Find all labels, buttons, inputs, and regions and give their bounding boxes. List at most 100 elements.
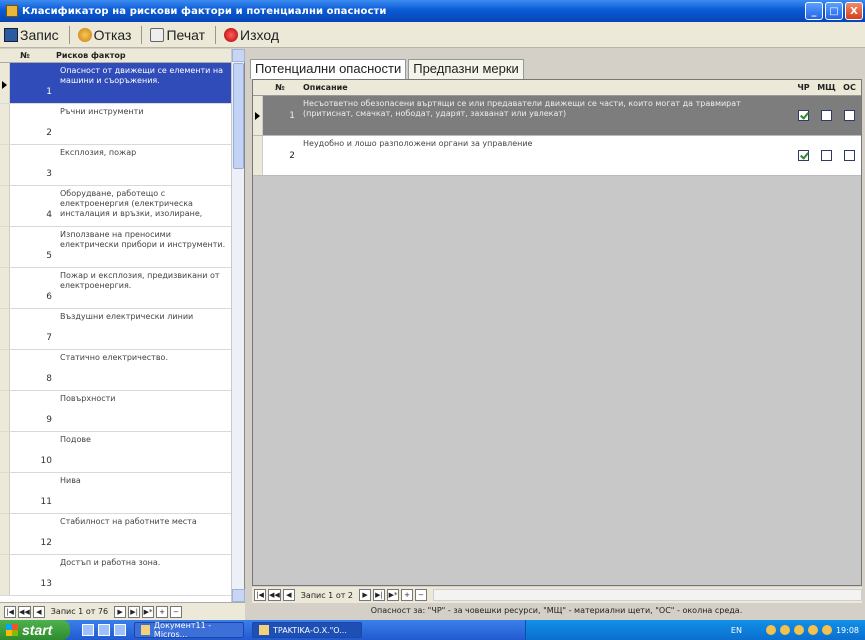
tray-icon[interactable] xyxy=(765,625,776,635)
os-checkbox[interactable] xyxy=(844,110,855,121)
maximize-button[interactable]: □ xyxy=(825,2,843,20)
msh-checkbox[interactable] xyxy=(821,150,832,161)
new-record-button[interactable]: ▶* xyxy=(387,589,400,601)
cancel-button[interactable]: Отказ xyxy=(77,26,132,43)
add-button[interactable]: + xyxy=(401,589,414,601)
row-number: 11 xyxy=(40,497,52,507)
list-item[interactable]: 1 Опасност от движещи се елементи на маши… xyxy=(0,63,232,104)
cancel-label: Отказ xyxy=(93,26,132,43)
new-record-button[interactable]: ▶* xyxy=(142,605,155,618)
horizontal-scrollbar[interactable] xyxy=(433,589,862,601)
list-item[interactable]: 3 Експлозия, пожар xyxy=(0,145,232,186)
close-button[interactable]: X xyxy=(845,2,863,20)
cancel-icon xyxy=(77,27,92,42)
table-row[interactable]: 1 Несъответно обезопасени въртящи се или … xyxy=(253,96,861,136)
row-selector[interactable] xyxy=(0,555,10,595)
row-selector[interactable] xyxy=(0,391,10,431)
prev-record-button[interactable]: ◀ xyxy=(32,605,45,618)
add-button[interactable]: + xyxy=(156,605,169,618)
start-label: start xyxy=(22,622,53,638)
list-item[interactable]: 10 Подове xyxy=(0,432,232,473)
exit-label: Изход xyxy=(240,26,280,43)
tray-icon[interactable] xyxy=(793,625,804,635)
list-item[interactable]: 13 Достъп и работна зона. xyxy=(0,555,232,596)
chr-checkbox[interactable] xyxy=(798,150,809,161)
quicklaunch-icon[interactable] xyxy=(98,624,110,636)
row-number: 6 xyxy=(46,292,52,302)
first-record-button[interactable]: |◀ xyxy=(254,589,266,601)
taskbar-task-active[interactable]: TPAKTIKA-O.X."O... xyxy=(252,622,362,638)
col-factor-header: Рисков фактор xyxy=(56,51,126,60)
row-selector[interactable] xyxy=(0,145,10,185)
scroll-up-button[interactable] xyxy=(232,49,245,62)
tab-potential-hazards[interactable]: Потенциални опасности xyxy=(250,59,407,79)
list-item[interactable]: 7 Въздушни електрически линии xyxy=(0,309,232,350)
row-text: Въздушни електрически линии xyxy=(60,312,194,321)
os-checkbox[interactable] xyxy=(844,150,855,161)
list-item[interactable]: 6 Пожар и експлозия, предизвикани от елек… xyxy=(0,268,232,309)
first-record-button[interactable]: |◀ xyxy=(4,605,16,618)
vertical-scrollbar[interactable] xyxy=(231,49,245,602)
row-selector[interactable] xyxy=(0,473,10,513)
current-row-arrow-icon xyxy=(2,81,7,89)
windows-logo-icon xyxy=(6,624,18,636)
row-number: 4 xyxy=(46,210,52,220)
last-record-button[interactable]: ▶| xyxy=(128,605,141,618)
language-indicator[interactable]: EN xyxy=(731,626,742,635)
quicklaunch-icon[interactable] xyxy=(82,624,94,636)
row-selector[interactable] xyxy=(0,309,10,349)
clock: 19:08 xyxy=(835,625,859,635)
taskbar: start Документ11 - Micros... TPAKTIKA-O.… xyxy=(0,620,865,640)
row-selector[interactable] xyxy=(0,104,10,144)
row-selector[interactable] xyxy=(0,514,10,554)
grid-rows: 1 Несъответно обезопасени въртящи се или … xyxy=(253,96,861,176)
list-item[interactable]: 4 Оборудване, работещо с електроенергия (… xyxy=(0,186,232,227)
tray-icon[interactable] xyxy=(779,625,790,635)
list-item[interactable]: 8 Статично електричество. xyxy=(0,350,232,391)
tray-icon[interactable] xyxy=(807,625,818,635)
msh-checkbox[interactable] xyxy=(821,110,832,121)
tab-protective-measures[interactable]: Предпазни мерки xyxy=(408,59,524,79)
document-icon xyxy=(141,625,150,635)
row-selector[interactable] xyxy=(0,186,10,226)
row-selector[interactable] xyxy=(0,350,10,390)
row-selector[interactable] xyxy=(0,227,10,267)
list-item[interactable]: 11 Нива xyxy=(0,473,232,514)
minimize-button[interactable]: _ xyxy=(805,2,823,20)
row-selector[interactable] xyxy=(0,268,10,308)
remove-button[interactable]: − xyxy=(170,605,183,618)
scroll-thumb[interactable] xyxy=(233,63,244,169)
row-selector[interactable] xyxy=(0,63,10,103)
print-button[interactable]: Печат xyxy=(150,27,205,43)
list-item[interactable]: 5 Използване на преносими електрически пр… xyxy=(0,227,232,268)
row-text: Използване на преносими електрически при… xyxy=(60,230,226,249)
toolbar-separator xyxy=(215,25,217,44)
row-selector[interactable] xyxy=(253,136,263,175)
row-number: 8 xyxy=(46,374,52,384)
list-item[interactable]: 9 Повърхности xyxy=(0,391,232,432)
next-record-button[interactable]: ▶ xyxy=(359,589,372,601)
quicklaunch-icon[interactable] xyxy=(114,624,126,636)
tray-icon[interactable] xyxy=(821,625,832,635)
chr-checkbox[interactable] xyxy=(798,110,809,121)
exit-button[interactable]: Изход xyxy=(224,27,279,43)
next-record-button[interactable]: ▶ xyxy=(114,605,127,618)
list-item[interactable]: 2 Ръчни инструменти xyxy=(0,104,232,145)
taskbar-task[interactable]: Документ11 - Micros... xyxy=(134,621,244,639)
prev-page-button[interactable]: ◀◀ xyxy=(18,605,31,618)
start-button[interactable]: start xyxy=(0,620,70,640)
save-icon xyxy=(4,27,18,42)
remove-button[interactable]: − xyxy=(415,589,428,601)
row-selector[interactable] xyxy=(253,96,263,135)
table-row[interactable]: 2 Неудобно и лошо разположени органи за у… xyxy=(253,136,861,176)
prev-page-button[interactable]: ◀◀ xyxy=(268,589,281,601)
prev-record-button[interactable]: ◀ xyxy=(282,589,295,601)
last-record-button[interactable]: ▶| xyxy=(373,589,386,601)
row-selector[interactable] xyxy=(0,432,10,472)
save-button[interactable]: Запис xyxy=(4,27,59,43)
list-item[interactable]: 12 Стабилност на работните места xyxy=(0,514,232,555)
col-num-header: № xyxy=(275,83,285,92)
row-number: 1 xyxy=(263,96,297,135)
row-number: 9 xyxy=(46,415,52,425)
scroll-down-button[interactable] xyxy=(232,589,245,602)
